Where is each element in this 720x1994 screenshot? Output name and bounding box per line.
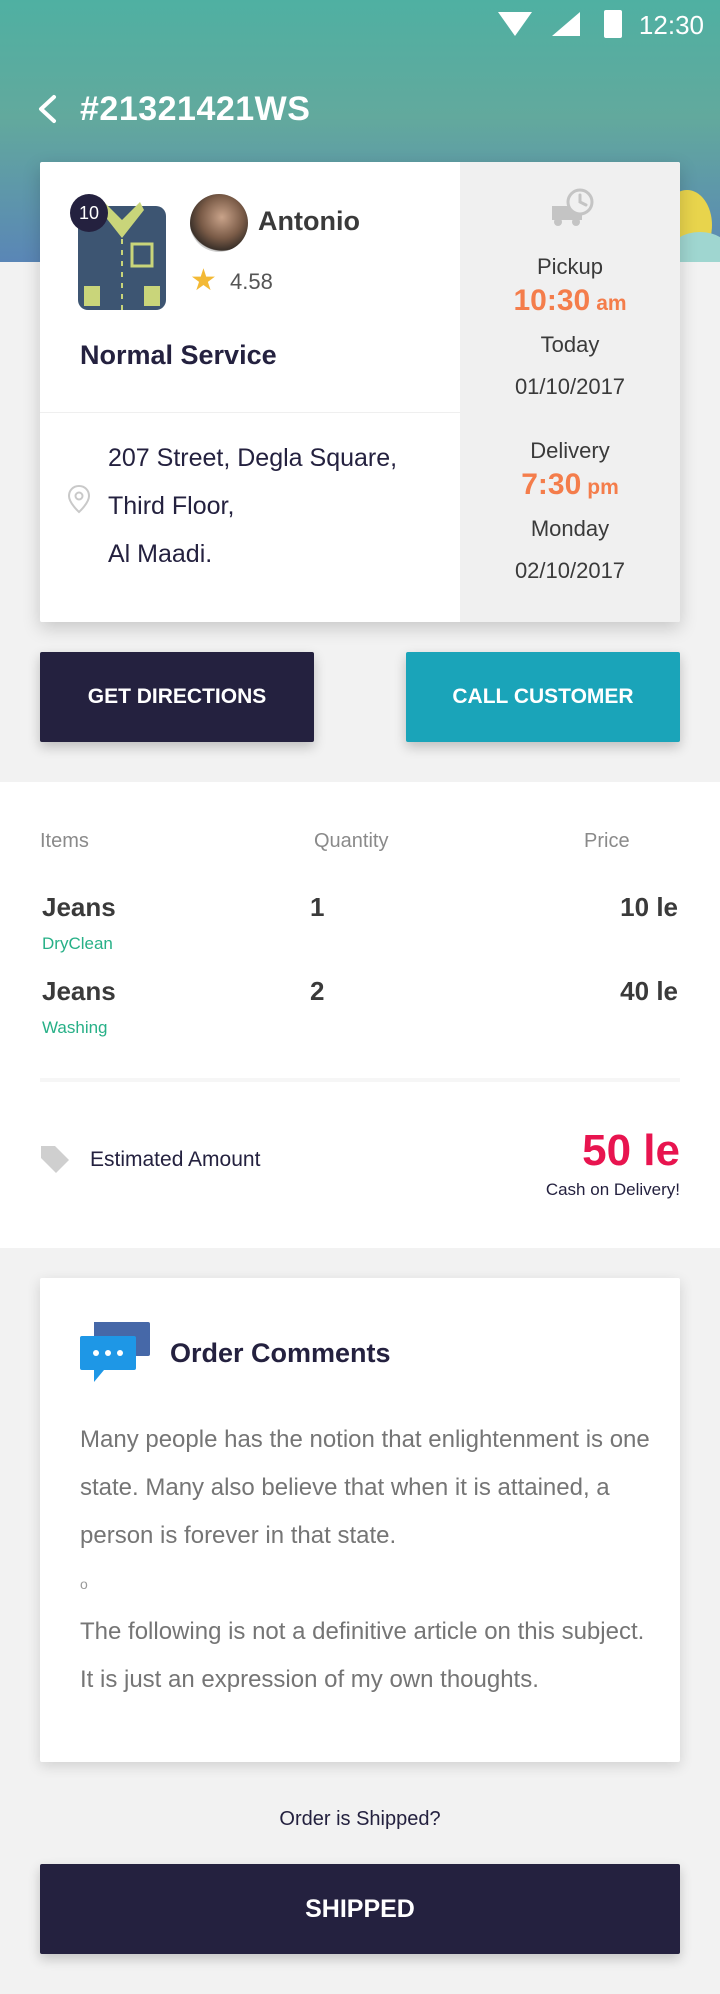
delivery-time-period: pm [587,476,619,499]
price-tag-icon [41,1146,69,1173]
comments-body[interactable]: Many people has the notion that enlighte… [80,1416,650,1708]
status-time: 12:30 [638,10,704,40]
pickup-day: Today [540,332,600,357]
shipped-button[interactable]: SHIPPED [40,1864,680,1954]
item-count-badge: 10 [70,194,108,232]
battery-icon [604,10,622,38]
item-quantity: 1 [310,892,325,922]
pickup-time: 10:30 am [460,284,680,318]
back-arrow-icon[interactable] [36,94,58,124]
service-type: Normal Service [80,340,277,370]
comment-bullet: o [80,1576,88,1592]
delivery-time: 7:30 pm [460,468,680,502]
get-directions-button[interactable]: GET DIRECTIONS [40,652,314,742]
delivery-address: 207 Street, Degla Square, Third Floor, A… [108,434,397,578]
delivery-time-value: 7:30 [521,468,582,501]
shipped-question: Order is Shipped? [279,1808,441,1830]
divider [40,412,460,413]
item-service: DryClean [42,934,113,953]
delivery-label: Delivery [530,438,610,463]
customer-rating: 4.58 [230,269,273,294]
order-summary-card: 10 Antonio ★ 4.58 Normal Service 207 Str… [40,162,680,622]
pickup-label: Pickup [536,254,604,279]
estimated-amount-label: Estimated Amount [90,1148,261,1171]
star-icon: ★ [190,264,217,297]
item-name: Jeans [42,976,116,1006]
item-quantity: 2 [310,976,325,1006]
call-customer-button[interactable]: CALL CUSTOMER [406,652,680,742]
address-line: Third Floor, [108,492,235,520]
delivery-day: Monday [530,516,610,541]
comment-paragraph: The following is not a definitive articl… [80,1618,645,1693]
delivery-truck-clock-icon [552,188,594,226]
item-price: 40 le [620,976,678,1006]
schedule-panel: Pickup 10:30 am Today 01/10/2017 Delivery… [460,162,680,622]
order-id-title: #21321421WS [80,90,311,128]
payment-method: Cash on Delivery! [545,1180,680,1199]
items-section: Items Quantity Price Jeans DryClean 1 10… [0,782,720,1248]
item-name: Jeans [42,892,116,922]
customer-name: Antonio [258,206,360,236]
status-bar: 12:30 [0,0,720,48]
column-header-price: Price [584,830,630,852]
wifi-icon [498,12,532,36]
comment-paragraph: Many people has the notion that enlighte… [80,1426,650,1549]
item-price: 10 le [620,892,678,922]
order-comments-card: Order Comments Many people has the notio… [40,1278,680,1762]
signal-icon [552,12,580,36]
pickup-time-period: am [596,292,627,315]
column-header-items: Items [40,830,89,852]
column-header-quantity: Quantity [314,830,389,852]
location-pin-icon [67,484,91,514]
pickup-time-value: 10:30 [513,284,591,317]
pickup-date: 01/10/2017 [514,374,626,399]
comments-title: Order Comments [170,1338,391,1368]
delivery-date: 02/10/2017 [514,558,626,583]
chat-bubbles-icon [80,1322,150,1382]
customer-avatar [190,194,248,252]
estimated-amount-value: 50 le [582,1126,680,1175]
order-info-panel: 10 Antonio ★ 4.58 Normal Service 207 Str… [40,162,460,622]
address-line: Al Maadi. [108,540,213,568]
address-line: 207 Street, Degla Square, [108,444,398,472]
item-service: Washing [42,1018,108,1037]
divider [40,1078,680,1082]
